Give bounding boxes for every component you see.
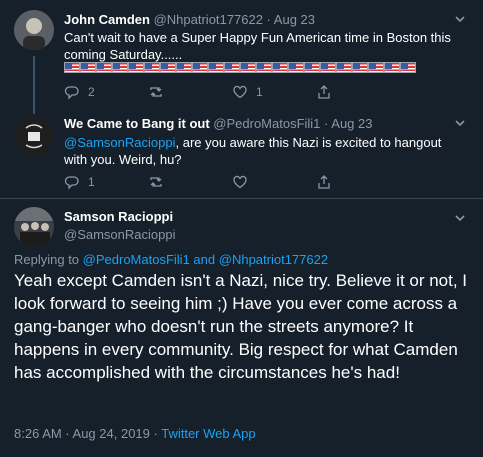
like-count: 1 [256, 85, 263, 99]
tweet-pedro[interactable]: We Came to Bang it out @PedroMatosFili1 … [0, 108, 483, 198]
reply-icon [64, 86, 79, 100]
chevron-down-icon[interactable] [453, 12, 467, 26]
us-flag-icon [80, 62, 96, 73]
us-flag-icon [96, 62, 112, 73]
chevron-down-icon[interactable] [453, 116, 467, 130]
user-handle[interactable]: @SamsonRacioppi [64, 227, 175, 242]
retweet-button[interactable] [148, 174, 172, 190]
separator-dot: · [324, 116, 329, 131]
us-flag-icon [288, 62, 304, 73]
tweet-time[interactable]: Aug 23 [274, 12, 315, 27]
tweet-time[interactable]: Aug 23 [331, 116, 372, 131]
like-button[interactable]: 1 [232, 84, 263, 100]
share-icon [318, 175, 330, 189]
separator-dot: · [266, 12, 271, 27]
us-flag-icon [144, 62, 160, 73]
us-flag-icon [240, 62, 256, 73]
tweet-metadata: 8:26 AM · Aug 24, 2019 · Twitter Web App [14, 426, 256, 441]
replying-prefix: Replying to [14, 252, 80, 267]
display-name[interactable]: We Came to Bang it out [64, 116, 210, 131]
tweet-header: John Camden @Nhpatriot177622 · Aug 23 [64, 12, 315, 27]
flag-emoji-row [64, 62, 424, 74]
display-name[interactable]: John Camden [64, 12, 150, 27]
reply-count: 1 [88, 175, 95, 189]
share-icon [318, 85, 330, 99]
retweet-icon [150, 87, 162, 97]
us-flag-icon [352, 62, 368, 73]
us-flag-icon [112, 62, 128, 73]
replying-to: Replying to @PedroMatosFili1 and @Nhpatr… [14, 252, 328, 267]
us-flag-icon [192, 62, 208, 73]
us-flag-icon [64, 62, 80, 73]
us-flag-icon [128, 62, 144, 73]
us-flag-icon [320, 62, 336, 73]
main-tweet-text: Yeah except Camden isn't a Nazi, nice tr… [14, 271, 468, 382]
tweet-header: We Came to Bang it out @PedroMatosFili1 … [64, 116, 372, 131]
us-flag-icon [224, 62, 240, 73]
reply-icon [64, 176, 79, 190]
tweet-actions: 1 [64, 174, 424, 192]
us-flag-icon [176, 62, 192, 73]
reply-button[interactable]: 1 [64, 174, 95, 190]
us-flag-icon [256, 62, 272, 73]
like-icon [233, 175, 247, 189]
avatar-john-camden[interactable] [14, 10, 54, 50]
chevron-down-icon[interactable] [453, 211, 467, 225]
source-app-link[interactable]: Twitter Web App [161, 426, 255, 441]
share-button[interactable] [316, 84, 332, 100]
us-flag-icon [304, 62, 320, 73]
main-tweet-handle[interactable]: @SamsonRacioppi [64, 227, 175, 242]
us-flag-icon [336, 62, 352, 73]
reply-button[interactable]: 2 [64, 84, 95, 100]
user-handle[interactable]: @Nhpatriot177622 [154, 12, 263, 27]
avatar-samson-racioppi[interactable] [14, 207, 54, 247]
tweet-actions: 2 1 [64, 84, 424, 102]
thread-line [33, 56, 35, 112]
us-flag-icon [384, 62, 400, 73]
us-flag-icon [400, 62, 416, 73]
retweet-icon [150, 177, 162, 187]
share-button[interactable] [316, 174, 332, 190]
retweet-button[interactable] [148, 84, 172, 100]
mention-link[interactable]: @SamsonRacioppi [64, 135, 175, 150]
us-flag-icon [272, 62, 288, 73]
user-handle[interactable]: @PedroMatosFili1 [213, 116, 320, 131]
tweet-text: @SamsonRacioppi, are you aware this Nazi… [64, 134, 464, 168]
display-name[interactable]: Samson Racioppi [64, 209, 173, 224]
us-flag-icon [208, 62, 224, 73]
replying-user-link[interactable]: @PedroMatosFili1 [83, 252, 190, 267]
like-icon [233, 85, 247, 99]
thread-line [33, 108, 35, 114]
like-button[interactable] [232, 174, 256, 190]
replying-and: and [193, 252, 216, 267]
tweet-timestamp[interactable]: 8:26 AM · Aug 24, 2019 · [14, 426, 158, 441]
us-flag-icon [160, 62, 176, 73]
avatar-we-came-to-bang-it-out[interactable] [14, 116, 54, 156]
replying-user-link[interactable]: @Nhpatriot177622 [219, 252, 328, 267]
tweet-john-camden[interactable]: John Camden @Nhpatriot177622 · Aug 23 Ca… [0, 0, 483, 112]
us-flag-icon [368, 62, 384, 73]
reply-count: 2 [88, 85, 95, 99]
main-tweet-name[interactable]: Samson Racioppi [64, 209, 173, 224]
tweet-text: Can't wait to have a Super Happy Fun Ame… [64, 30, 451, 62]
